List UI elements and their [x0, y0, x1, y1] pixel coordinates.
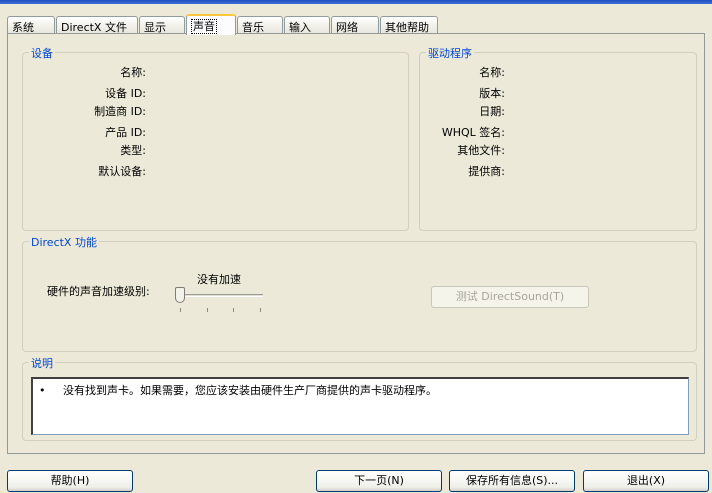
- slider-tick: [233, 308, 234, 312]
- driver-name-label: 名称:: [479, 66, 505, 79]
- product-id-label: 产品 ID:: [105, 126, 146, 139]
- acceleration-level-value: 没有加速: [197, 273, 241, 286]
- slider-track: [177, 294, 263, 297]
- help-button[interactable]: 帮助(H): [7, 470, 133, 492]
- whql-signature-label: WHQL 签名:: [441, 126, 505, 139]
- window-top-edge: [0, 0, 712, 4]
- next-page-button[interactable]: 下一页(N): [316, 470, 442, 492]
- device-type-label: 类型:: [120, 144, 146, 157]
- test-directsound-button[interactable]: 测试 DirectSound(T): [431, 286, 589, 308]
- device-group-title: 设备: [29, 45, 55, 61]
- tab-input[interactable]: 输入: [284, 16, 330, 34]
- slider-tick: [180, 308, 181, 312]
- notes-title: 说明: [29, 355, 55, 371]
- sound-tab-page: 设备 名称: 设备 ID: 制造商 ID: 产品 ID: 类型: 默认设备: 驱…: [7, 33, 705, 454]
- notes-bullet: •: [39, 384, 46, 397]
- tab-system[interactable]: 系统: [7, 16, 55, 34]
- manufacturer-id-label: 制造商 ID:: [94, 105, 146, 118]
- provider-label: 提供商:: [468, 165, 505, 178]
- device-name-label: 名称:: [120, 66, 146, 79]
- directx-features-group: DirectX 功能 硬件的声音加速级别: 没有加速 测试 DirectSoun…: [22, 234, 697, 352]
- tab-directx-files[interactable]: DirectX 文件: [56, 16, 138, 34]
- driver-group: 驱动程序 名称: 版本: 日期: WHQL 签名: 其他文件: 提供商:: [419, 45, 697, 231]
- tab-label: 声音: [191, 19, 217, 34]
- notes-textbox[interactable]: • 没有找到声卡。如果需要，您应该安装由硬件生产厂商提供的声卡驱动程序。: [31, 377, 689, 435]
- device-group: 设备 名称: 设备 ID: 制造商 ID: 产品 ID: 类型: 默认设备:: [22, 45, 409, 231]
- save-all-info-button[interactable]: 保存所有信息(S)...: [449, 470, 575, 492]
- notes-text: 没有找到声卡。如果需要，您应该安装由硬件生产厂商提供的声卡驱动程序。: [63, 384, 437, 397]
- exit-button[interactable]: 退出(X): [583, 470, 709, 492]
- notes-group: 说明 • 没有找到声卡。如果需要，您应该安装由硬件生产厂商提供的声卡驱动程序。: [22, 355, 697, 441]
- directx-features-title: DirectX 功能: [29, 234, 99, 250]
- tab-sound[interactable]: 声音: [186, 14, 236, 35]
- other-files-label: 其他文件:: [457, 144, 505, 157]
- slider-tick: [260, 308, 261, 312]
- tab-strip: 系统 DirectX 文件 显示 声音 音乐 输入 网络 其他帮助: [0, 14, 712, 35]
- tab-music[interactable]: 音乐: [237, 16, 283, 34]
- slider-tick: [207, 308, 208, 312]
- driver-date-label: 日期:: [479, 105, 505, 118]
- default-device-label: 默认设备:: [98, 165, 146, 178]
- device-id-label: 设备 ID:: [105, 87, 146, 100]
- acceleration-slider[interactable]: [175, 286, 267, 316]
- tab-more-help[interactable]: 其他帮助: [380, 16, 438, 34]
- tab-network[interactable]: 网络: [331, 16, 379, 34]
- slider-thumb[interactable]: [175, 287, 185, 303]
- hardware-acceleration-label: 硬件的声音加速级别:: [47, 285, 150, 298]
- tab-display[interactable]: 显示: [139, 16, 185, 34]
- driver-group-title: 驱动程序: [426, 45, 474, 61]
- driver-version-label: 版本:: [479, 87, 505, 100]
